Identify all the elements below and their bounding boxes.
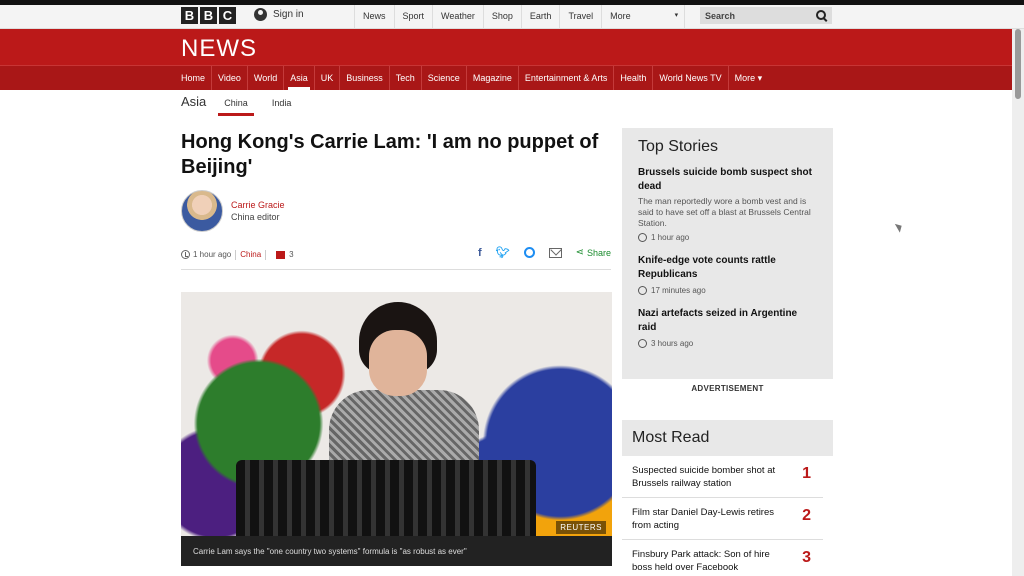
bbc-logo[interactable]: B B C — [181, 7, 236, 24]
news-nav-asia[interactable]: Asia — [284, 66, 315, 90]
author-role: China editor — [231, 212, 280, 222]
top-story-time: 1 hour ago — [638, 233, 817, 242]
top-story-item[interactable]: Knife-edge vote counts rattle Republican… — [638, 254, 817, 295]
clock-icon — [638, 339, 647, 348]
share-icon: ⋖ — [575, 247, 584, 258]
top-story-time-text: 17 minutes ago — [651, 286, 706, 295]
top-story-item[interactable]: Brussels suicide bomb suspect shot dead … — [638, 166, 817, 242]
search-box — [700, 7, 832, 24]
top-stories-panel: Top Stories Brussels suicide bomb suspec… — [622, 128, 833, 379]
clock-icon — [638, 286, 647, 295]
scrollbar-thumb[interactable] — [1015, 29, 1021, 99]
top-stories-heading: Top Stories — [638, 138, 719, 155]
bbc-logo-letter: C — [219, 7, 236, 24]
photo-caption: Carrie Lam says the "one country two sys… — [181, 536, 612, 566]
top-story-time-text: 3 hours ago — [651, 339, 694, 348]
most-read-title[interactable]: Finsbury Park attack: Son of hire boss h… — [632, 548, 792, 574]
most-read-item[interactable]: Film star Daniel Day-Lewis retires from … — [622, 498, 823, 540]
bbc-nav-weather[interactable]: Weather — [432, 5, 483, 29]
subnav-item-india[interactable]: India — [266, 98, 298, 108]
top-story-time: 17 minutes ago — [638, 286, 817, 295]
news-nav-science[interactable]: Science — [422, 66, 467, 90]
page-scrollbar[interactable] — [1012, 29, 1024, 576]
news-nav-magazine[interactable]: Magazine — [467, 66, 519, 90]
user-icon — [254, 8, 267, 21]
share-label: Share — [586, 247, 611, 258]
mouse-cursor-icon — [894, 221, 905, 233]
bbc-nav-shop[interactable]: Shop — [482, 5, 521, 29]
bbc-logo-letter: B — [200, 7, 217, 24]
caret-down-icon: ▾ — [674, 12, 679, 19]
news-nav-tech[interactable]: Tech — [390, 66, 422, 90]
clock-icon — [181, 250, 190, 259]
top-story-time: 3 hours ago — [638, 339, 817, 348]
bbc-nav: News Sport Weather Shop Earth Travel Mor… — [354, 5, 686, 29]
section-title[interactable]: Asia — [181, 94, 206, 109]
top-story-time-text: 1 hour ago — [651, 233, 690, 242]
most-read-item[interactable]: Suspected suicide bomber shot at Brussel… — [622, 456, 823, 498]
news-nav-entertainment[interactable]: Entertainment & Arts — [519, 66, 615, 90]
messenger-icon[interactable] — [523, 247, 535, 258]
news-nav-uk[interactable]: UK — [315, 66, 341, 90]
meta-divider — [235, 249, 237, 260]
news-nav-more[interactable]: More ▾ — [729, 66, 769, 90]
most-read-rank: 3 — [802, 549, 811, 566]
most-read-rank: 2 — [802, 507, 811, 524]
article-topic[interactable]: China — [240, 250, 261, 259]
article-meta: 1 hour ago China 3 f 🐦︎ ⋖ Share — [181, 246, 611, 270]
most-read-list: Suspected suicide bomber shot at Brussel… — [622, 456, 833, 576]
search-icon[interactable] — [816, 10, 827, 21]
news-nav-world[interactable]: World — [248, 66, 285, 90]
author-photo — [181, 190, 223, 232]
facebook-icon[interactable]: f — [478, 247, 482, 259]
most-read-rank: 1 — [802, 465, 811, 482]
bbc-nav-more[interactable]: More ▾ — [601, 5, 686, 29]
most-read-title[interactable]: Film star Daniel Day-Lewis retires from … — [632, 506, 792, 532]
search-input[interactable] — [705, 10, 805, 21]
news-nav-business[interactable]: Business — [340, 66, 390, 90]
article-photo[interactable]: REUTERS Carrie Lam says the "one country… — [181, 292, 612, 566]
signin-link[interactable]: Sign in — [254, 8, 304, 21]
email-icon[interactable] — [548, 247, 562, 258]
sub-nav: Asia China India — [181, 94, 298, 116]
bbc-nav-travel[interactable]: Travel — [559, 5, 601, 29]
comment-count[interactable]: 3 — [289, 250, 293, 259]
top-story-title[interactable]: Nazi artefacts seized in Argentine raid — [638, 307, 817, 335]
top-story-title[interactable]: Knife-edge vote counts rattle Republican… — [638, 254, 817, 282]
signin-label: Sign in — [273, 9, 304, 20]
bbc-nav-news[interactable]: News — [354, 5, 394, 29]
news-header: NEWS Home Video World Asia UK Business T… — [0, 29, 1024, 90]
bbc-logo-letter: B — [181, 7, 198, 24]
news-nav-health[interactable]: Health — [614, 66, 654, 90]
comment-icon[interactable] — [276, 250, 286, 259]
news-nav: Home Video World Asia UK Business Tech S… — [0, 65, 1024, 90]
news-nav-video[interactable]: Video — [212, 66, 248, 90]
photo-credit: REUTERS — [556, 521, 606, 534]
top-story-title[interactable]: Brussels suicide bomb suspect shot dead — [638, 166, 817, 194]
news-logo[interactable]: NEWS — [181, 35, 257, 63]
top-story-summary: The man reportedly wore a bomb vest and … — [638, 196, 811, 228]
most-read-item[interactable]: Finsbury Park attack: Son of hire boss h… — [622, 540, 823, 576]
meta-divider — [265, 249, 267, 260]
bbc-nav-earth[interactable]: Earth — [520, 5, 560, 29]
clock-icon — [638, 233, 647, 242]
bbc-global-bar: B B C Sign in News Sport Weather Shop Ea… — [0, 5, 1024, 29]
article-headline: Hong Kong's Carrie Lam: 'I am no puppet … — [181, 131, 599, 178]
advertisement-label: ADVERTISEMENT — [691, 384, 764, 393]
twitter-icon[interactable]: 🐦︎ — [496, 246, 510, 259]
photo-subject-face — [369, 330, 427, 396]
news-nav-home[interactable]: Home — [175, 66, 213, 90]
article-time: 1 hour ago — [193, 250, 232, 259]
most-read-heading: Most Read — [622, 420, 833, 456]
bbc-nav-more-label: More — [610, 11, 631, 21]
share-row: f 🐦︎ ⋖ Share — [478, 246, 611, 260]
author-name[interactable]: Carrie Gracie — [231, 200, 285, 210]
news-nav-world-news-tv[interactable]: World News TV — [653, 66, 729, 90]
most-read-title[interactable]: Suspected suicide bomber shot at Brussel… — [632, 464, 792, 490]
top-story-item[interactable]: Nazi artefacts seized in Argentine raid … — [638, 307, 817, 348]
subnav-item-china[interactable]: China — [218, 98, 254, 116]
share-button[interactable]: ⋖ Share — [576, 247, 611, 258]
bbc-nav-sport[interactable]: Sport — [393, 5, 433, 29]
byline: Carrie Gracie China editor — [181, 190, 285, 232]
